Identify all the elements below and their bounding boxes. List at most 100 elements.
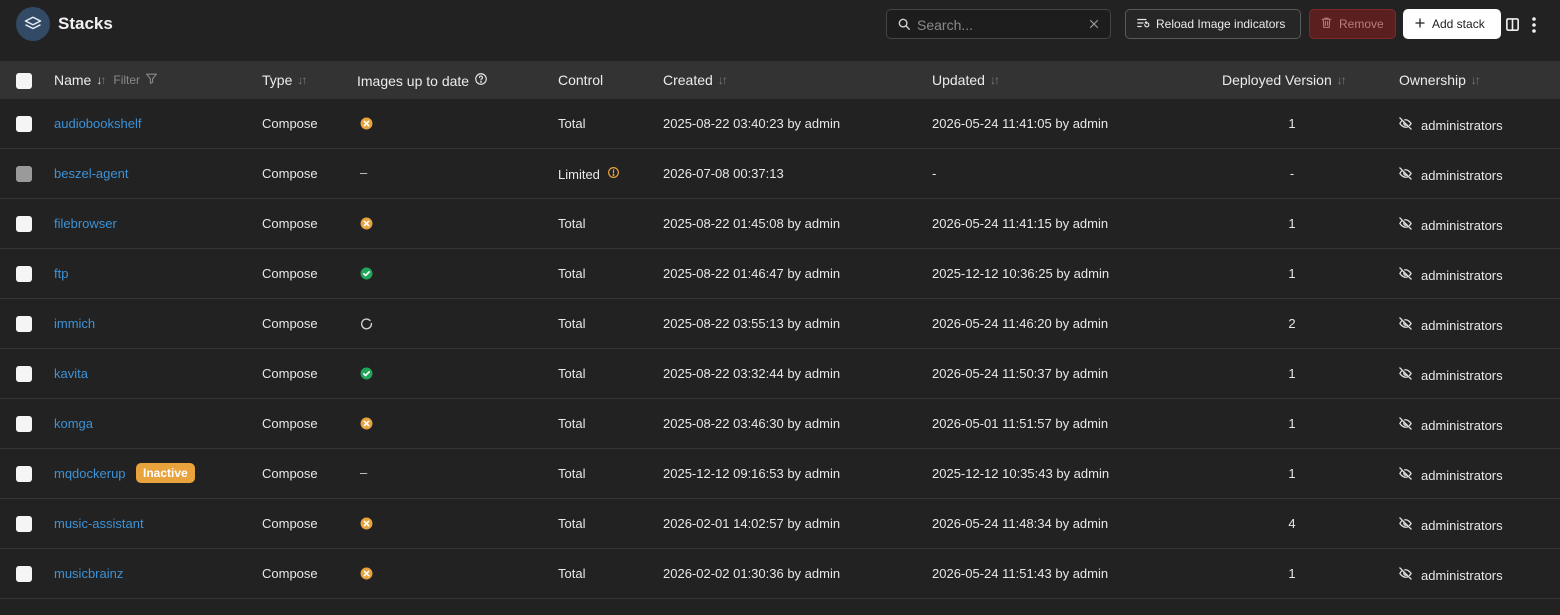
add-stack-button[interactable]: Add stack [1403,9,1501,39]
ownership-value: administrators [1421,267,1503,283]
control-value: Total [558,216,586,231]
row-checkbox[interactable] [16,516,32,532]
row-checkbox[interactable] [16,316,32,332]
plus-icon [1414,17,1426,32]
control-value: Total [558,516,586,531]
sort-icon[interactable]: ↓↑ [1471,73,1481,87]
row-checkbox[interactable] [16,566,32,582]
column-header-deployed-version[interactable]: Deployed Version ↓↑ [1222,72,1347,88]
sort-icon[interactable]: ↓↑ [297,73,307,87]
sort-icon[interactable]: ↓↑ [990,73,1000,87]
sort-icon[interactable]: ↓↑ [96,73,106,87]
table-row[interactable]: komga Compose Total 2025-08-22 03:46:30 by … [0,399,1560,449]
stack-type: Compose [262,316,318,331]
help-icon[interactable] [474,72,488,89]
images-outdated-icon [360,517,373,533]
images-outdated-icon [360,117,373,133]
filter-icon[interactable] [145,72,158,88]
table-row[interactable]: kavita Compose Total 2025-08-22 03:32:44 by… [0,349,1560,399]
ownership-value: administrators [1421,567,1503,583]
table-row[interactable]: mqdockerup Inactive Compose – Total 2025-12-1… [0,449,1560,499]
ownership-cell: administrators [1398,566,1503,584]
table-row[interactable]: audiobookshelf Compose Total 2025-08-22 03:… [0,99,1560,149]
stack-type: Compose [262,566,318,581]
control-cell: Total [558,416,585,431]
stack-name-link[interactable]: kavita [54,366,88,381]
images-outdated-icon [360,567,373,583]
search-box[interactable] [886,9,1111,39]
filter-label[interactable]: Filter [113,73,140,87]
control-cell: Total [558,366,585,381]
updated-date: 2026-05-24 11:48:34 by admin [932,516,1109,531]
ownership-cell: administrators [1398,116,1503,134]
stack-name-link[interactable]: mqdockerup [54,466,126,481]
table-row[interactable]: beszel-agent Compose – Limited 2026-07-08 00… [0,149,1560,199]
created-date: 2025-08-22 01:45:08 by admin [663,216,841,231]
table-header: Name ↓↑ Filter Type ↓↑ Images up to date… [0,61,1560,99]
deployed-version: 1 [1288,416,1296,431]
column-header-name[interactable]: Name ↓↑ Filter [54,72,158,88]
column-header-ownership[interactable]: Ownership ↓↑ [1399,72,1481,88]
sort-icon[interactable]: ↓↑ [1337,73,1347,87]
control-value: Total [558,316,586,331]
deployed-version: - [1289,166,1295,181]
stack-name-link[interactable]: music-assistant [54,516,144,531]
row-checkbox[interactable] [16,466,32,482]
table-row[interactable]: immich Compose Total 2025-08-22 03:55:13 by… [0,299,1560,349]
control-value: Total [558,466,586,481]
warning-icon[interactable] [607,166,620,182]
created-date: 2025-12-12 09:16:53 by admin [663,466,841,481]
eye-off-icon [1398,316,1413,334]
stack-name-link[interactable]: immich [54,316,95,331]
stack-name-link[interactable]: musicbrainz [54,566,123,581]
ownership-cell: administrators [1398,366,1503,384]
created-date: 2025-08-22 03:55:13 by admin [663,316,841,331]
row-checkbox[interactable] [16,216,32,232]
reload-image-indicators-button[interactable]: Reload Image indicators [1125,9,1301,39]
table-row[interactable]: music-assistant Compose Total 2026-02-01 14… [0,499,1560,549]
stack-name-link[interactable]: ftp [54,266,68,281]
stack-type: Compose [262,416,318,431]
clear-search-icon[interactable] [1088,18,1100,33]
eye-off-icon [1398,516,1413,534]
deployed-version: 1 [1288,466,1296,481]
created-date: 2026-02-02 01:30:36 by admin [663,566,841,581]
stack-name-link[interactable]: audiobookshelf [54,116,141,131]
stacks-icon [16,7,50,41]
eye-off-icon [1398,366,1413,384]
select-all-checkbox[interactable] [16,73,32,89]
control-value: Total [558,266,586,281]
control-value: Total [558,116,586,131]
table-row[interactable]: musicbrainz Compose Total 2026-02-02 01:30:… [0,549,1560,599]
updated-date: 2026-05-24 11:46:20 by admin [932,316,1109,331]
table-row[interactable]: ftp Compose Total 2025-08-22 01:46:47 by ad… [0,249,1560,299]
ownership-value: administrators [1421,167,1503,183]
row-checkbox[interactable] [16,166,32,182]
stack-type: Compose [262,116,318,131]
row-checkbox[interactable] [16,116,32,132]
row-checkbox[interactable] [16,266,32,282]
remove-button[interactable]: Remove [1309,9,1396,39]
eye-off-icon [1398,116,1413,134]
deployed-version: 1 [1288,266,1296,281]
control-cell: Total [558,266,585,281]
columns-icon[interactable] [1505,17,1520,35]
sort-icon[interactable]: ↓↑ [718,73,728,87]
column-header-created[interactable]: Created ↓↑ [663,72,728,88]
row-checkbox[interactable] [16,366,32,382]
stack-name-link[interactable]: beszel-agent [54,166,128,181]
more-options-icon[interactable] [1529,16,1539,37]
updated-date: 2026-05-24 11:41:15 by admin [932,216,1109,231]
row-checkbox[interactable] [16,416,32,432]
search-input[interactable] [917,15,1077,35]
eye-off-icon [1398,216,1413,234]
reload-button-label: Reload Image indicators [1156,17,1286,31]
column-header-updated[interactable]: Updated ↓↑ [932,72,1000,88]
table-row[interactable]: filebrowser Compose Total 2025-08-22 01:45:… [0,199,1560,249]
updated-date: 2026-05-24 11:50:37 by admin [932,366,1109,381]
stack-name-link[interactable]: komga [54,416,93,431]
ownership-value: administrators [1421,367,1503,383]
created-date: 2025-08-22 03:32:44 by admin [663,366,841,381]
stack-name-link[interactable]: filebrowser [54,216,117,231]
column-header-type[interactable]: Type ↓↑ [262,72,307,88]
